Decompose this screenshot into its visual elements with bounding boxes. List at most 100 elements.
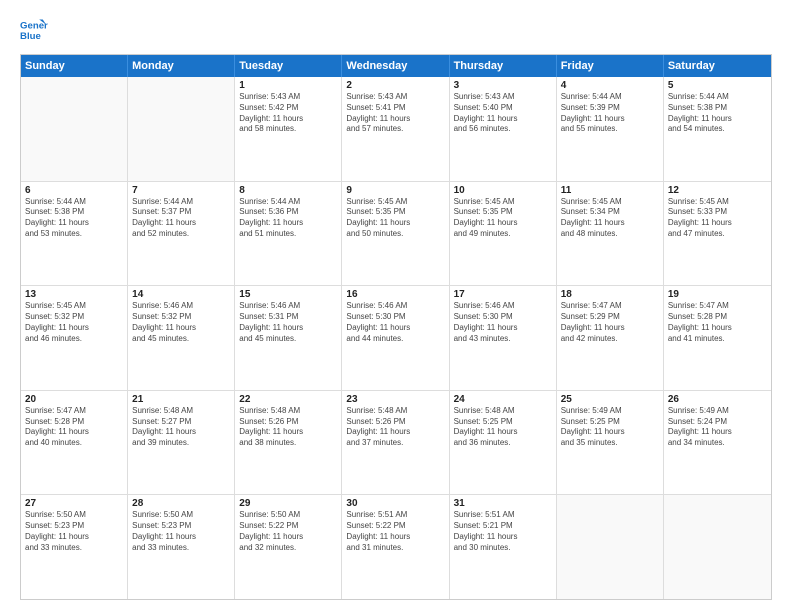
cell-line: Sunset: 5:42 PM [239, 103, 337, 114]
day-number: 6 [25, 185, 123, 196]
day-number: 26 [668, 394, 767, 405]
cell-line: Sunset: 5:34 PM [561, 207, 659, 218]
empty-cell-4-5 [557, 495, 664, 599]
cell-line: Daylight: 11 hours [25, 323, 123, 334]
cell-line: Sunset: 5:31 PM [239, 312, 337, 323]
cell-line: and 46 minutes. [25, 334, 123, 345]
cell-line: Sunrise: 5:46 AM [454, 301, 552, 312]
cell-line: Daylight: 11 hours [239, 427, 337, 438]
weekday-header-saturday: Saturday [664, 55, 771, 77]
cell-line: and 53 minutes. [25, 229, 123, 240]
cell-line: Sunset: 5:35 PM [454, 207, 552, 218]
calendar: SundayMondayTuesdayWednesdayThursdayFrid… [20, 54, 772, 600]
cell-line: Daylight: 11 hours [346, 218, 444, 229]
cell-line: Sunset: 5:41 PM [346, 103, 444, 114]
cell-line: Sunrise: 5:48 AM [454, 406, 552, 417]
cell-line: Sunrise: 5:45 AM [346, 197, 444, 208]
cell-line: Sunset: 5:22 PM [346, 521, 444, 532]
cell-line: Sunrise: 5:51 AM [346, 510, 444, 521]
cell-line: Sunset: 5:22 PM [239, 521, 337, 532]
empty-cell-0-1 [128, 77, 235, 181]
cell-line: Sunset: 5:29 PM [561, 312, 659, 323]
day-number: 5 [668, 80, 767, 91]
header: General Blue [20, 16, 772, 44]
cell-line: Sunrise: 5:45 AM [25, 301, 123, 312]
cell-line: Sunrise: 5:50 AM [25, 510, 123, 521]
cell-line: Sunrise: 5:50 AM [239, 510, 337, 521]
cell-line: Daylight: 11 hours [346, 114, 444, 125]
cell-line: Daylight: 11 hours [239, 532, 337, 543]
logo: General Blue [20, 16, 52, 44]
day-number: 19 [668, 289, 767, 300]
cell-line: and 47 minutes. [668, 229, 767, 240]
cell-line: Sunrise: 5:49 AM [668, 406, 767, 417]
day-number: 30 [346, 498, 444, 509]
cell-line: Sunrise: 5:48 AM [239, 406, 337, 417]
cell-line: Sunrise: 5:50 AM [132, 510, 230, 521]
cell-line: and 45 minutes. [239, 334, 337, 345]
day-number: 9 [346, 185, 444, 196]
weekday-header-thursday: Thursday [450, 55, 557, 77]
cell-line: Sunrise: 5:47 AM [668, 301, 767, 312]
cell-line: Daylight: 11 hours [668, 323, 767, 334]
cell-line: Sunset: 5:21 PM [454, 521, 552, 532]
day-number: 13 [25, 289, 123, 300]
day-cell-13: 13Sunrise: 5:45 AMSunset: 5:32 PMDayligh… [21, 286, 128, 390]
day-number: 23 [346, 394, 444, 405]
cell-line: Sunrise: 5:48 AM [132, 406, 230, 417]
cell-line: Daylight: 11 hours [454, 218, 552, 229]
day-number: 11 [561, 185, 659, 196]
day-cell-18: 18Sunrise: 5:47 AMSunset: 5:29 PMDayligh… [557, 286, 664, 390]
cell-line: and 58 minutes. [239, 124, 337, 135]
day-number: 27 [25, 498, 123, 509]
cell-line: and 44 minutes. [346, 334, 444, 345]
day-cell-27: 27Sunrise: 5:50 AMSunset: 5:23 PMDayligh… [21, 495, 128, 599]
day-cell-30: 30Sunrise: 5:51 AMSunset: 5:22 PMDayligh… [342, 495, 449, 599]
day-cell-1: 1Sunrise: 5:43 AMSunset: 5:42 PMDaylight… [235, 77, 342, 181]
cell-line: Sunrise: 5:48 AM [346, 406, 444, 417]
day-number: 16 [346, 289, 444, 300]
cell-line: Sunrise: 5:47 AM [561, 301, 659, 312]
cell-line: Daylight: 11 hours [561, 218, 659, 229]
cell-line: and 39 minutes. [132, 438, 230, 449]
day-cell-15: 15Sunrise: 5:46 AMSunset: 5:31 PMDayligh… [235, 286, 342, 390]
cell-line: and 51 minutes. [239, 229, 337, 240]
day-number: 25 [561, 394, 659, 405]
cell-line: and 36 minutes. [454, 438, 552, 449]
day-number: 12 [668, 185, 767, 196]
day-cell-17: 17Sunrise: 5:46 AMSunset: 5:30 PMDayligh… [450, 286, 557, 390]
cell-line: Daylight: 11 hours [454, 427, 552, 438]
day-cell-26: 26Sunrise: 5:49 AMSunset: 5:24 PMDayligh… [664, 391, 771, 495]
cell-line: Sunrise: 5:43 AM [346, 92, 444, 103]
calendar-row-1: 6Sunrise: 5:44 AMSunset: 5:38 PMDaylight… [21, 181, 771, 286]
cell-line: Sunset: 5:38 PM [25, 207, 123, 218]
cell-line: and 45 minutes. [132, 334, 230, 345]
cell-line: and 41 minutes. [668, 334, 767, 345]
day-cell-9: 9Sunrise: 5:45 AMSunset: 5:35 PMDaylight… [342, 182, 449, 286]
day-cell-6: 6Sunrise: 5:44 AMSunset: 5:38 PMDaylight… [21, 182, 128, 286]
calendar-row-0: 1Sunrise: 5:43 AMSunset: 5:42 PMDaylight… [21, 77, 771, 181]
cell-line: Sunset: 5:33 PM [668, 207, 767, 218]
cell-line: Sunrise: 5:45 AM [561, 197, 659, 208]
calendar-body: 1Sunrise: 5:43 AMSunset: 5:42 PMDaylight… [21, 77, 771, 599]
cell-line: Daylight: 11 hours [346, 532, 444, 543]
cell-line: Sunset: 5:39 PM [561, 103, 659, 114]
cell-line: and 40 minutes. [25, 438, 123, 449]
day-cell-24: 24Sunrise: 5:48 AMSunset: 5:25 PMDayligh… [450, 391, 557, 495]
day-cell-11: 11Sunrise: 5:45 AMSunset: 5:34 PMDayligh… [557, 182, 664, 286]
cell-line: Sunrise: 5:46 AM [132, 301, 230, 312]
day-number: 17 [454, 289, 552, 300]
cell-line: Daylight: 11 hours [561, 427, 659, 438]
cell-line: Daylight: 11 hours [668, 114, 767, 125]
cell-line: Sunrise: 5:47 AM [25, 406, 123, 417]
empty-cell-4-6 [664, 495, 771, 599]
day-cell-4: 4Sunrise: 5:44 AMSunset: 5:39 PMDaylight… [557, 77, 664, 181]
cell-line: Daylight: 11 hours [454, 532, 552, 543]
cell-line: Sunset: 5:24 PM [668, 417, 767, 428]
cell-line: Sunrise: 5:44 AM [561, 92, 659, 103]
cell-line: and 38 minutes. [239, 438, 337, 449]
cell-line: Daylight: 11 hours [239, 218, 337, 229]
cell-line: and 42 minutes. [561, 334, 659, 345]
cell-line: Daylight: 11 hours [346, 323, 444, 334]
calendar-header: SundayMondayTuesdayWednesdayThursdayFrid… [21, 55, 771, 77]
